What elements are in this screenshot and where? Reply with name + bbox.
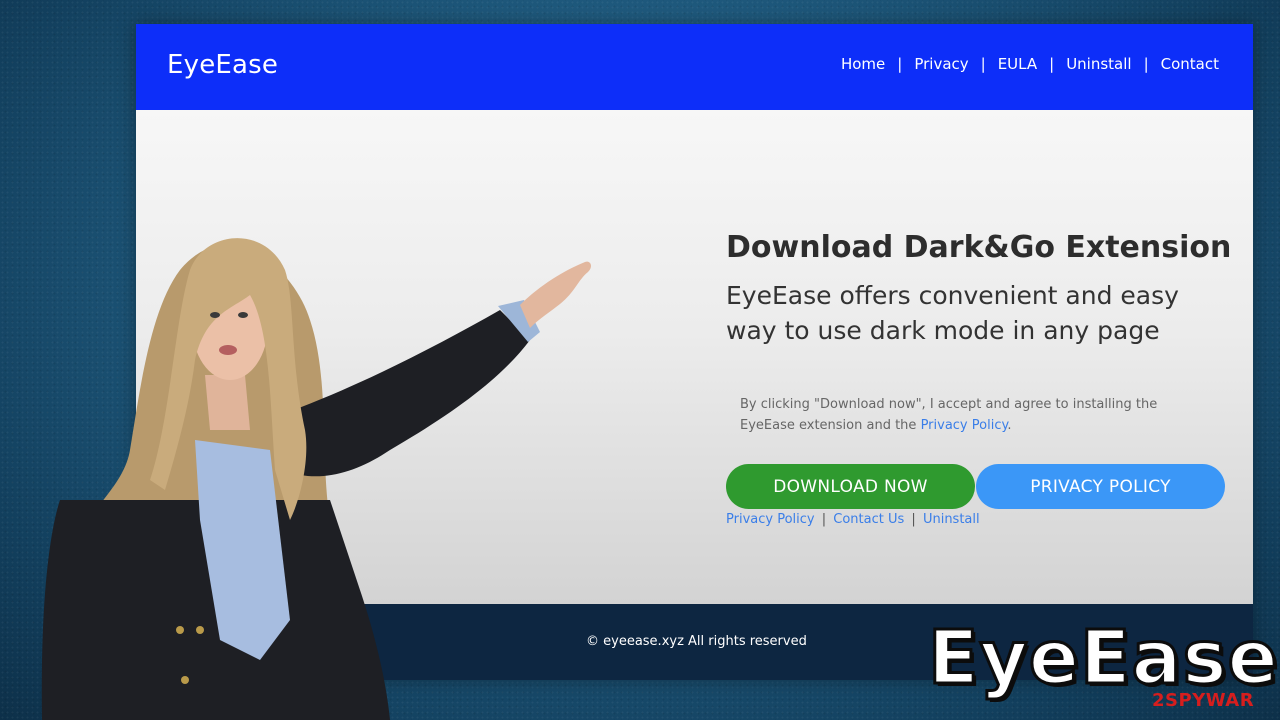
nav-separator: | — [980, 55, 986, 73]
link-separator: | — [821, 512, 827, 527]
site-header: EyeEase Home | Privacy | EULA | Uninstal… — [136, 24, 1253, 110]
link-contact-us[interactable]: Contact Us — [833, 512, 904, 527]
right-eye — [238, 312, 248, 318]
consent-privacy-link[interactable]: Privacy Policy — [921, 418, 1008, 433]
consent-text: By clicking "Download now", I accept and… — [740, 394, 1200, 436]
nav-separator: | — [1143, 55, 1149, 73]
nav-separator: | — [897, 55, 903, 73]
link-uninstall[interactable]: Uninstall — [923, 512, 980, 527]
hand — [520, 261, 592, 328]
watermark-number: 2 — [1152, 690, 1166, 711]
mouth — [219, 345, 237, 355]
nav-contact[interactable]: Contact — [1161, 55, 1219, 73]
neck — [205, 375, 250, 430]
site-logo[interactable]: EyeEase — [167, 50, 278, 80]
link-privacy-policy[interactable]: Privacy Policy — [726, 512, 815, 527]
link-separator: | — [911, 512, 916, 527]
jacket-button — [181, 676, 189, 684]
hero-links: Privacy Policy | Contact Us | Uninstall — [726, 512, 980, 527]
nav-home[interactable]: Home — [841, 55, 885, 73]
nav-uninstall[interactable]: Uninstall — [1066, 55, 1131, 73]
person-image — [41, 238, 592, 720]
left-eye — [210, 312, 220, 318]
hero-subtitle: EyeEase offers convenient and easy way t… — [726, 281, 1179, 345]
top-nav: Home | Privacy | EULA | Uninstall | Cont… — [841, 55, 1219, 73]
consent-period: . — [1007, 418, 1012, 433]
eyeease-brand-overlay: EyeEase — [927, 615, 1280, 701]
watermark: 2SPYWAR — [1152, 690, 1254, 711]
nav-separator: | — [1049, 55, 1055, 73]
jacket-button — [176, 626, 184, 634]
jacket-button — [196, 626, 204, 634]
privacy-policy-button[interactable]: PRIVACY POLICY — [976, 464, 1225, 509]
hero-title: Download Dark&Go Extension — [726, 230, 1232, 265]
download-now-button[interactable]: DOWNLOAD NOW — [726, 464, 975, 509]
nav-eula[interactable]: EULA — [998, 55, 1037, 73]
nav-privacy[interactable]: Privacy — [914, 55, 968, 73]
watermark-text: SPYWAR — [1165, 690, 1255, 711]
